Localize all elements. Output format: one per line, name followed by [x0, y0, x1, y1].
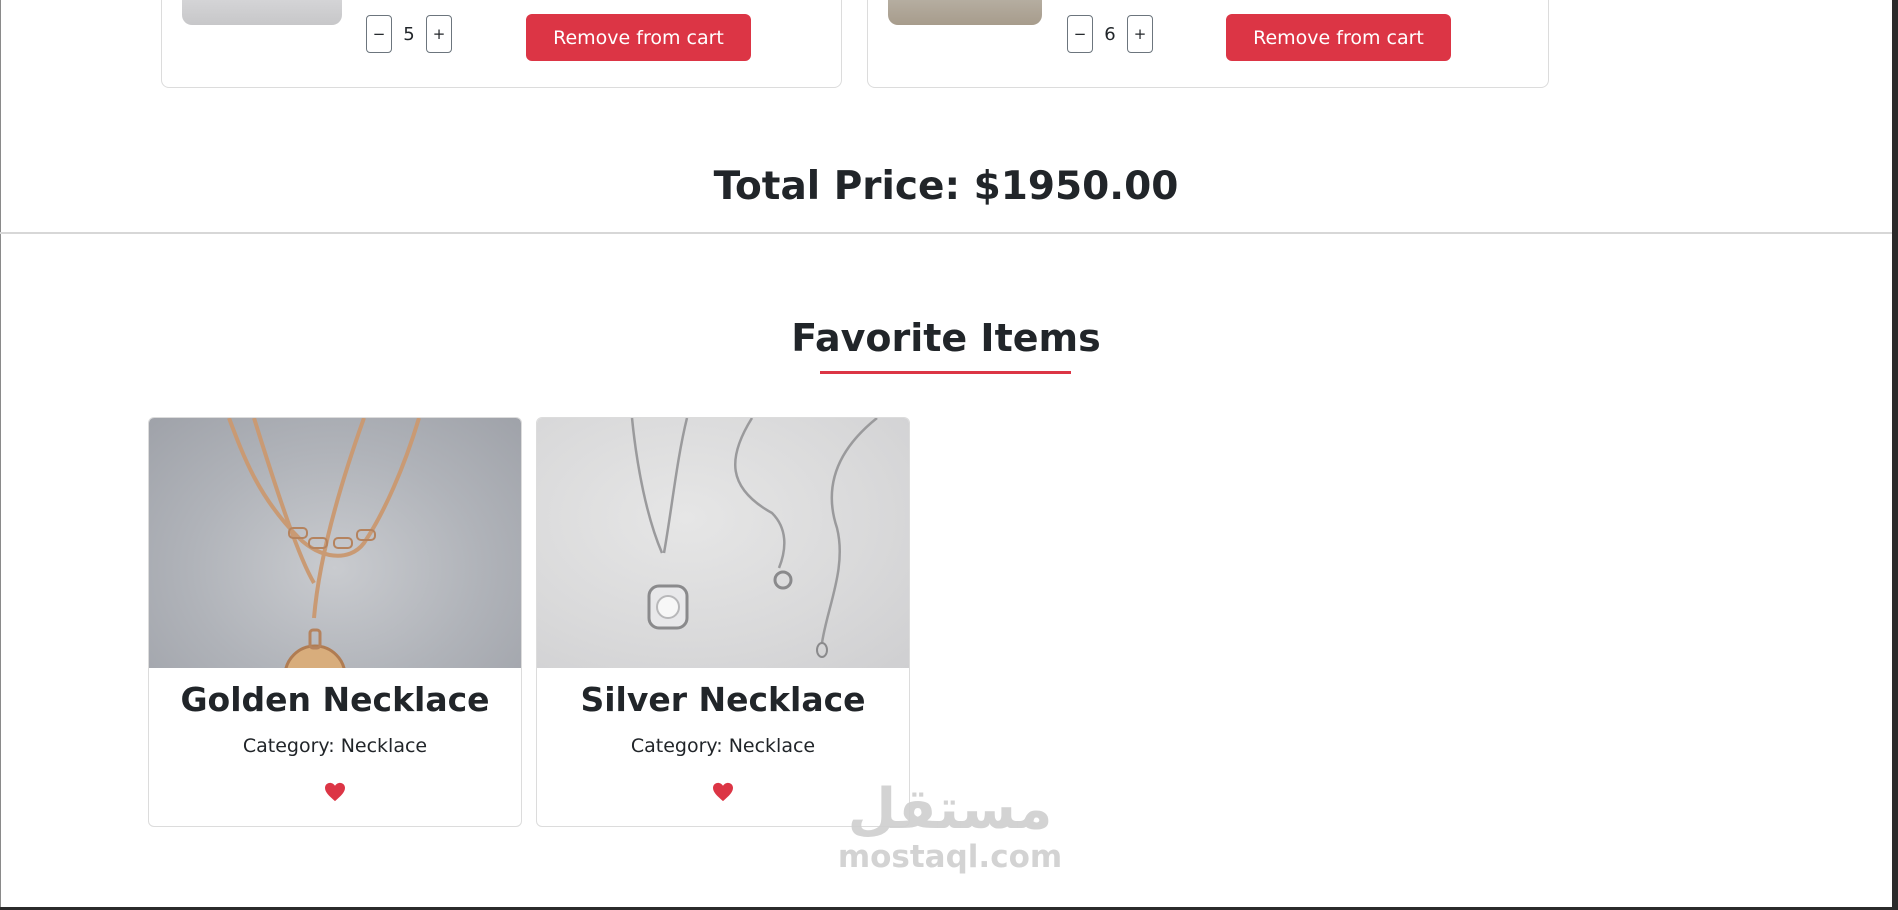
heart-icon[interactable]	[324, 782, 346, 802]
product-name: Golden Necklace	[180, 680, 490, 719]
total-price: Total Price: $1950.00	[713, 164, 1179, 209]
decrease-quantity-button[interactable]: −	[1067, 15, 1093, 53]
increase-quantity-button[interactable]: +	[426, 15, 452, 53]
window-scrollbar-track[interactable]	[1892, 0, 1898, 910]
section-divider	[0, 232, 1892, 234]
favorite-item-card[interactable]: Silver Necklace Category: Necklace	[536, 417, 910, 827]
quantity-stepper: − 5 +	[366, 15, 452, 53]
window-left-edge	[0, 0, 1, 910]
watermark-script: مستقل	[847, 777, 1053, 842]
product-image	[537, 418, 909, 668]
quantity-value: 6	[1104, 23, 1116, 45]
decrease-quantity-button[interactable]: −	[366, 15, 392, 53]
product-image	[149, 418, 521, 668]
product-category: Category: Necklace	[630, 735, 816, 757]
cart-item-card: − 5 + Remove from cart	[161, 0, 842, 88]
cart-item-image	[182, 0, 342, 25]
product-category: Category: Necklace	[242, 735, 428, 757]
watermark-url: mostaql.com	[837, 839, 1063, 875]
quantity-stepper: − 6 +	[1067, 15, 1153, 53]
product-name: Silver Necklace	[580, 680, 866, 719]
heart-icon[interactable]	[712, 782, 734, 802]
favorites-heading: Favorite Items	[791, 316, 1101, 360]
increase-quantity-button[interactable]: +	[1127, 15, 1153, 53]
cart-item-image	[888, 0, 1042, 25]
remove-from-cart-button[interactable]: Remove from cart	[526, 14, 751, 61]
heading-underline	[820, 371, 1071, 374]
quantity-value: 5	[403, 23, 415, 45]
watermark-logo: مستقل mostaql.com	[832, 780, 1068, 898]
favorite-item-card[interactable]: Golden Necklace Category: Necklace	[148, 417, 522, 827]
cart-item-card: − 6 + Remove from cart	[867, 0, 1549, 88]
remove-from-cart-button[interactable]: Remove from cart	[1226, 14, 1451, 61]
